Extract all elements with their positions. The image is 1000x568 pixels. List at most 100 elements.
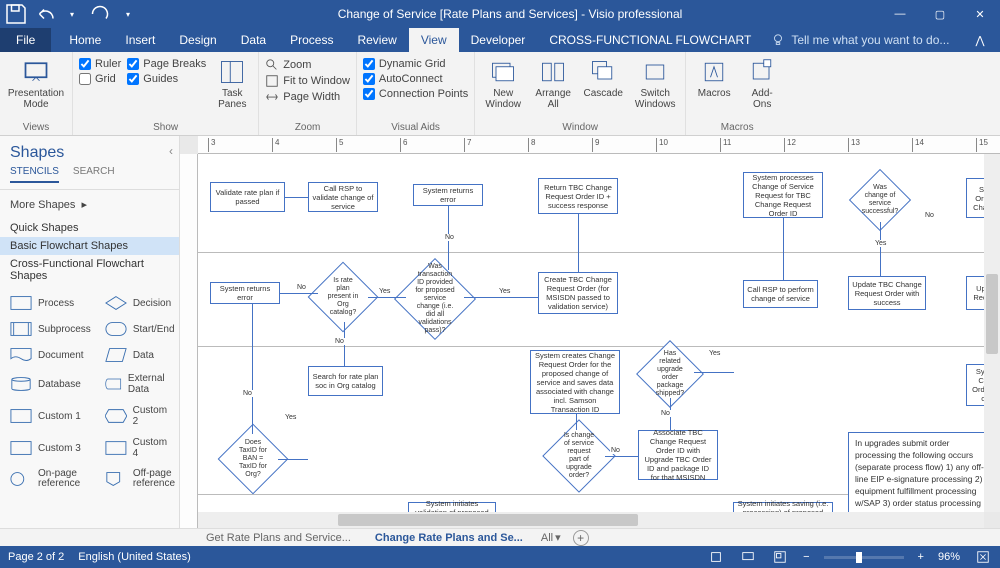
- shape-box[interactable]: Call RSP to perform change of service: [743, 280, 818, 308]
- scrollbar-thumb[interactable]: [986, 274, 998, 354]
- zoom-slider-thumb[interactable]: [856, 552, 862, 563]
- all-pages-button[interactable]: All ▾: [541, 531, 561, 544]
- shape-decision[interactable]: Decision: [99, 291, 181, 315]
- tab-review[interactable]: Review: [345, 28, 408, 52]
- shape-offpage[interactable]: Off-page reference: [99, 465, 181, 493]
- add-page-button[interactable]: +: [573, 530, 589, 546]
- vertical-scrollbar[interactable]: [984, 154, 1000, 512]
- collapse-ribbon-button[interactable]: ⋀: [960, 28, 1000, 52]
- presentation-icon[interactable]: [739, 548, 757, 566]
- shape-decision[interactable]: Is change of service request part of upg…: [553, 430, 605, 482]
- drawing-canvas[interactable]: Validate rate plan if passed Call RSP to…: [198, 154, 984, 512]
- tab-design[interactable]: Design: [167, 28, 228, 52]
- search-tab[interactable]: SEARCH: [73, 166, 115, 183]
- save-icon[interactable]: [4, 2, 28, 26]
- shape-box[interactable]: System u Change Order wit of chang: [966, 364, 984, 406]
- maximize-button[interactable]: ▢: [920, 0, 960, 28]
- fit-window-button[interactable]: Fit to Window: [265, 74, 350, 88]
- zoom-level[interactable]: 96%: [938, 551, 960, 563]
- shape-box[interactable]: System returns error: [413, 184, 483, 206]
- guides-checkbox[interactable]: Guides: [127, 73, 206, 85]
- undo-icon[interactable]: [32, 2, 56, 26]
- tab-process[interactable]: Process: [278, 28, 345, 52]
- shape-custom4[interactable]: Custom 4: [99, 433, 181, 463]
- shape-document[interactable]: Document: [4, 343, 97, 367]
- qat-dropdown2-icon[interactable]: ▾: [116, 2, 140, 26]
- shape-database[interactable]: Database: [4, 369, 97, 399]
- zoom-slider[interactable]: [824, 556, 904, 559]
- pagebreaks-checkbox[interactable]: Page Breaks: [127, 58, 206, 70]
- quick-shapes-row[interactable]: Quick Shapes: [0, 219, 179, 237]
- tab-file[interactable]: File: [0, 28, 51, 52]
- grid-checkbox[interactable]: Grid: [79, 73, 121, 85]
- arrange-all-button[interactable]: Arrange All: [531, 54, 575, 110]
- tab-insert[interactable]: Insert: [113, 28, 167, 52]
- shape-data[interactable]: Data: [99, 343, 181, 367]
- page-width-button[interactable]: Page Width: [265, 90, 350, 104]
- shape-box[interactable]: Update TBC Change Request Order with suc…: [848, 276, 926, 310]
- shape-box[interactable]: Associate TBC Change Request Order ID wi…: [638, 430, 718, 480]
- zoom-out-button[interactable]: −: [803, 551, 809, 563]
- tab-view[interactable]: View: [409, 28, 459, 52]
- addons-button[interactable]: Add- Ons: [742, 54, 782, 110]
- pan-zoom-icon[interactable]: [771, 548, 789, 566]
- presentation-mode-button[interactable]: Presentation Mode: [6, 54, 66, 110]
- shape-box[interactable]: System Order Sta Change Or: [966, 178, 984, 218]
- horizontal-scrollbar[interactable]: [198, 512, 984, 528]
- task-panes-button[interactable]: Task Panes: [212, 54, 252, 110]
- zoom-button[interactable]: Zoom: [265, 58, 350, 72]
- shape-startend[interactable]: Start/End: [99, 317, 181, 341]
- shape-decision[interactable]: Was change of service successful?: [858, 178, 902, 222]
- basic-flowchart-row[interactable]: Basic Flowchart Shapes: [0, 237, 179, 255]
- shape-box[interactable]: Return TBC Change Request Order ID + suc…: [538, 178, 618, 214]
- refresh-icon[interactable]: [88, 2, 112, 26]
- shape-box[interactable]: System initiates validation of proposed …: [408, 502, 496, 512]
- shape-onpage[interactable]: On-page reference: [4, 465, 97, 493]
- shape-subprocess[interactable]: Subprocess: [4, 317, 97, 341]
- qat-dropdown-icon[interactable]: ▾: [60, 2, 84, 26]
- ruler-checkbox[interactable]: Ruler: [79, 58, 121, 70]
- tab-data[interactable]: Data: [229, 28, 278, 52]
- shape-custom3[interactable]: Custom 3: [4, 433, 97, 463]
- shape-process[interactable]: Process: [4, 291, 97, 315]
- fit-page-icon[interactable]: [974, 548, 992, 566]
- collapse-shapes-icon[interactable]: ‹: [169, 144, 173, 158]
- shape-box[interactable]: System processes Change of Service Reque…: [743, 172, 823, 218]
- shape-decision[interactable]: Does TaxID for BAN = TaxID for Org?: [228, 434, 278, 484]
- page-tab-2[interactable]: Change Rate Plans and Se...: [369, 530, 529, 546]
- shape-decision[interactable]: Was transaction ID provided for proposed…: [406, 270, 464, 328]
- shape-box[interactable]: System creates Change Request Order for …: [530, 350, 620, 414]
- shape-box[interactable]: Update T Request fa: [966, 276, 984, 310]
- shape-box[interactable]: Validate rate plan if passed: [210, 182, 285, 212]
- annotation-note[interactable]: In upgrades submit order processing the …: [848, 432, 984, 512]
- shape-box[interactable]: System initiates saving (i.e. processing…: [733, 502, 833, 512]
- shape-external-data[interactable]: External Data: [99, 369, 181, 399]
- shape-box[interactable]: Call RSP to validate change of service: [308, 182, 378, 212]
- stencils-tab[interactable]: STENCILS: [10, 166, 59, 183]
- shape-box[interactable]: Search for rate plan soc in Org catalog: [308, 366, 383, 396]
- zoom-in-button[interactable]: +: [918, 551, 924, 563]
- switch-windows-button[interactable]: Switch Windows: [631, 54, 679, 110]
- minimize-button[interactable]: —: [880, 0, 920, 28]
- scrollbar-thumb[interactable]: [338, 514, 638, 526]
- tab-home[interactable]: Home: [57, 28, 113, 52]
- connection-points-checkbox[interactable]: Connection Points: [363, 88, 468, 100]
- status-language[interactable]: English (United States): [78, 551, 191, 563]
- close-button[interactable]: ✕: [960, 0, 1000, 28]
- shape-decision[interactable]: Is rate plan present in Org catalog?: [318, 272, 368, 322]
- dynamic-grid-checkbox[interactable]: Dynamic Grid: [363, 58, 468, 70]
- page-tab-1[interactable]: Get Rate Plans and Service...: [200, 530, 357, 546]
- shape-box[interactable]: Create TBC Change Request Order (for MSI…: [538, 272, 618, 314]
- macros-button[interactable]: Macros: [692, 54, 736, 99]
- cross-functional-row[interactable]: Cross-Functional Flowchart Shapes: [0, 255, 179, 285]
- tab-cross-functional[interactable]: CROSS-FUNCTIONAL FLOWCHART: [537, 28, 763, 52]
- new-window-button[interactable]: New Window: [481, 54, 525, 110]
- record-macro-icon[interactable]: [707, 548, 725, 566]
- autoconnect-checkbox[interactable]: AutoConnect: [363, 73, 468, 85]
- shape-decision[interactable]: Has related upgrade order package shippe…: [646, 350, 694, 398]
- tab-developer[interactable]: Developer: [459, 28, 538, 52]
- shape-box[interactable]: System returns error: [210, 282, 280, 304]
- cascade-button[interactable]: Cascade: [581, 54, 625, 99]
- shape-custom1[interactable]: Custom 1: [4, 401, 97, 431]
- tell-me-search[interactable]: Tell me what you want to do...: [763, 28, 960, 52]
